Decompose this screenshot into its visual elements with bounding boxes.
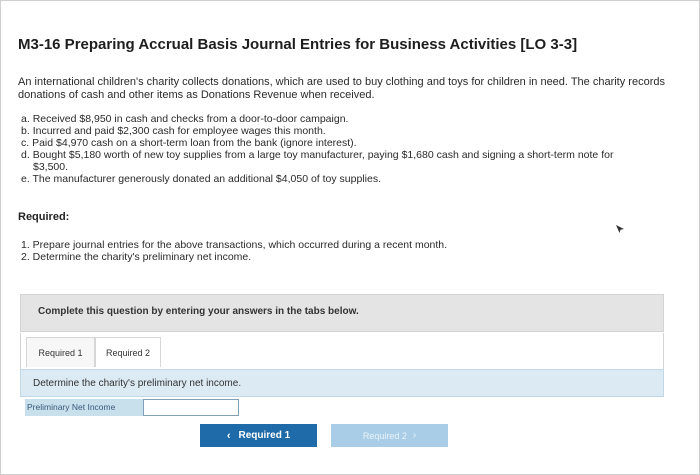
item-text: Received $8,950 in cash and checks from … [32, 113, 349, 125]
required-list: 1. Prepare journal entries for the above… [21, 239, 447, 263]
prompt-text: Determine the charity's preliminary net … [33, 378, 242, 389]
item-text: Paid $4,970 cash on a short-term loan fr… [32, 137, 357, 149]
required-item: 2. Determine the charity's preliminary n… [21, 251, 252, 263]
chevron-left-icon: ‹ [226, 429, 231, 442]
previous-button-label: Required 1 [238, 430, 291, 441]
list-item: d. Bought $5,180 worth of new toy suppli… [21, 149, 681, 173]
item-text: Bought $5,180 worth of new toy supplies … [32, 149, 614, 161]
question-prompt: Determine the charity's preliminary net … [20, 369, 664, 397]
required-item: 1. Prepare journal entries for the above… [21, 239, 448, 251]
item-continuation: $3,500. [33, 161, 69, 173]
item-letter: e. [21, 173, 30, 185]
next-required-button: Required 2 › [331, 424, 448, 447]
problem-title: M3-16 Preparing Accrual Basis Journal En… [18, 36, 578, 53]
tab-bar: Required 1 Required 2 [20, 333, 664, 369]
mouse-cursor-icon [616, 225, 624, 233]
problem-intro: An international children's charity coll… [18, 76, 665, 101]
required-heading: Required: [18, 211, 70, 223]
item-letter: a. [21, 113, 30, 125]
list-item: e. The manufacturer generously donated a… [21, 173, 681, 185]
net-income-input[interactable] [143, 399, 239, 416]
item-text: The manufacturer generously donated an a… [32, 173, 381, 185]
chevron-right-icon: › [412, 430, 417, 441]
list-item: a. Received $8,950 in cash and checks fr… [21, 113, 681, 125]
instructions-text: Complete this question by entering your … [38, 306, 359, 317]
instructions-banner: Complete this question by entering your … [20, 294, 664, 332]
tab-required-1[interactable]: Required 1 [26, 337, 95, 367]
tab-label: Required 1 [38, 347, 83, 358]
problem-page: M3-16 Preparing Accrual Basis Journal En… [0, 0, 700, 475]
next-button-label: Required 2 [362, 430, 407, 441]
tab-label: Required 2 [105, 347, 151, 358]
previous-required-button[interactable]: ‹ Required 1 [200, 424, 317, 447]
list-item: c. Paid $4,970 cash on a short-term loan… [21, 137, 681, 149]
list-item: b. Incurred and paid $2,300 cash for emp… [21, 125, 681, 137]
tab-required-2[interactable]: Required 2 [95, 337, 161, 367]
item-letter: b. [21, 125, 30, 137]
item-letter: d. [21, 149, 30, 161]
item-letter: c. [21, 137, 30, 149]
transaction-list: a. Received $8,950 in cash and checks fr… [21, 113, 681, 185]
item-text: Incurred and paid $2,300 cash for employ… [32, 125, 326, 137]
net-income-label: Preliminary Net Income [25, 399, 143, 416]
